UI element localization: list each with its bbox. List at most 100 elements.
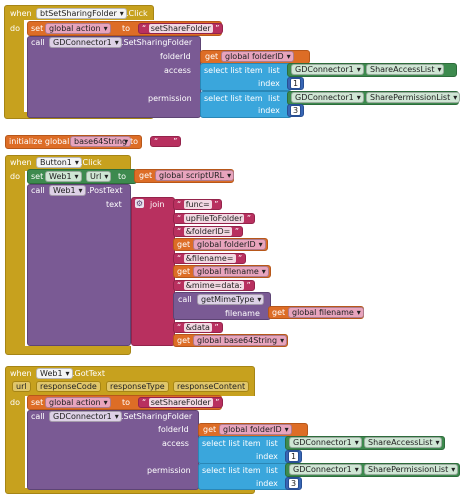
event-name: .Click: [80, 158, 102, 167]
select-list-item-label: select list item: [204, 66, 263, 75]
method-name: .SetSharingFolder: [121, 412, 193, 421]
access-label: access: [162, 439, 189, 448]
component-dropdown[interactable]: GDConnector1: [291, 64, 364, 75]
global-name-field[interactable]: base64String: [70, 136, 132, 147]
variable-dropdown[interactable]: global action: [45, 397, 111, 408]
to-keyword: to: [122, 398, 131, 407]
to-keyword: to: [122, 24, 131, 33]
filename-label: filename: [225, 309, 260, 318]
folderid-label: folderId: [158, 425, 189, 434]
get-keyword: get: [139, 171, 153, 180]
component-dropdown[interactable]: GDConnector1: [291, 92, 364, 103]
event-param-responsetype[interactable]: responseType: [106, 381, 169, 392]
property-dropdown[interactable]: ShareAccessList: [366, 64, 445, 75]
variable-dropdown[interactable]: global folderID: [219, 424, 292, 435]
event-param-responsecontent[interactable]: responseContent: [173, 381, 250, 392]
index-label: index: [258, 79, 280, 88]
list-label: list: [266, 439, 278, 448]
index-label: index: [258, 106, 280, 115]
variable-dropdown[interactable]: global action: [45, 23, 111, 34]
component-dropdown[interactable]: GDConnector1: [289, 464, 362, 475]
empty-text-block[interactable]: “ ”: [150, 136, 182, 147]
property-dropdown[interactable]: ShareAccessList: [364, 437, 443, 448]
join-item-text[interactable]: “ &filename= ”: [173, 253, 247, 264]
call-keyword: call: [178, 295, 192, 304]
number-value[interactable]: 1: [290, 78, 301, 89]
component-dropdown[interactable]: Web1: [45, 171, 82, 182]
join-item-text[interactable]: “ &data ”: [173, 322, 223, 333]
access-label: access: [164, 66, 191, 75]
variable-dropdown[interactable]: global folderID: [193, 239, 266, 250]
text-block[interactable]: “ setShareFolder ”: [138, 23, 224, 34]
set-keyword: set: [31, 398, 44, 407]
index-label: index: [256, 452, 278, 461]
component-dropdown[interactable]: GDConnector1: [289, 437, 362, 448]
get-keyword: get: [177, 267, 191, 276]
do-keyword: do: [10, 398, 20, 407]
procedure-dropdown[interactable]: getMimeType: [197, 294, 265, 305]
when-keyword: when: [10, 158, 32, 167]
join-label: join: [150, 200, 165, 209]
list-label: list: [266, 466, 278, 475]
variable-dropdown[interactable]: global base64String: [193, 335, 288, 346]
join-block[interactable]: [131, 197, 175, 346]
call-component-dropdown[interactable]: Web1: [49, 185, 86, 196]
do-keyword: do: [10, 24, 20, 33]
property-dropdown[interactable]: SharePermissionList: [366, 92, 461, 103]
number-value[interactable]: 3: [290, 105, 301, 116]
select-list-item-label: select list item: [202, 439, 261, 448]
join-item-text[interactable]: “ upFileToFolder ”: [173, 213, 256, 224]
get-keyword: get: [177, 240, 191, 249]
permission-label: permission: [148, 94, 192, 103]
gear-icon[interactable]: ⚙: [135, 199, 144, 208]
select-list-item-label: select list item: [204, 94, 263, 103]
event-name: .GotText: [72, 369, 105, 378]
join-item-text[interactable]: “ &folderID= ”: [173, 226, 244, 237]
variable-dropdown[interactable]: global filename: [288, 307, 364, 318]
component-dropdown[interactable]: Web1: [36, 368, 73, 379]
method-name: .SetSharingFolder: [121, 38, 193, 47]
permission-label: permission: [147, 466, 191, 475]
get-keyword: get: [203, 425, 217, 434]
when-keyword: when: [10, 369, 32, 378]
number-value[interactable]: 1: [288, 451, 299, 462]
do-keyword: do: [10, 172, 20, 181]
index-label: index: [256, 479, 278, 488]
call-setsharingfolder-block[interactable]: [27, 410, 199, 490]
property-dropdown[interactable]: Url: [86, 171, 112, 182]
call-component-dropdown[interactable]: GDConnector1: [49, 37, 122, 48]
initialize-global-label: initialize global: [9, 137, 70, 146]
component-dropdown[interactable]: Button1: [36, 157, 82, 168]
event-param-responsecode[interactable]: responseCode: [36, 381, 101, 392]
text-block[interactable]: “ setShareFolder ”: [138, 397, 224, 408]
component-dropdown[interactable]: btSetSharingFolder: [36, 8, 127, 19]
method-name: .PostText: [87, 186, 123, 195]
text-label: text: [106, 200, 122, 209]
call-keyword: call: [31, 38, 45, 47]
property-dropdown[interactable]: SharePermissionList: [364, 464, 459, 475]
number-value[interactable]: 3: [288, 478, 299, 489]
variable-dropdown[interactable]: global scriptURL: [155, 170, 235, 181]
to-keyword: to: [118, 172, 127, 181]
join-item-text[interactable]: “ func= ”: [173, 199, 223, 210]
list-label: list: [268, 66, 280, 75]
call-setsharingfolder-block[interactable]: [27, 36, 201, 118]
call-keyword: call: [31, 412, 45, 421]
list-label: list: [268, 94, 280, 103]
folderid-label: folderId: [160, 52, 191, 61]
set-keyword: set: [31, 172, 44, 181]
to-keyword: to: [130, 137, 139, 146]
call-component-dropdown[interactable]: GDConnector1: [49, 411, 122, 422]
variable-dropdown[interactable]: global filename: [193, 266, 269, 277]
set-keyword: set: [31, 24, 44, 33]
select-list-item-label: select list item: [202, 466, 261, 475]
get-keyword: get: [177, 336, 191, 345]
join-item-text[interactable]: “ &mime=data: ”: [173, 280, 255, 291]
get-keyword: get: [205, 52, 219, 61]
variable-dropdown[interactable]: global folderID: [221, 51, 294, 62]
event-name: .Click: [126, 9, 148, 18]
call-keyword: call: [31, 186, 45, 195]
event-param-url[interactable]: url: [12, 381, 31, 392]
when-keyword: when: [10, 9, 32, 18]
get-keyword: get: [272, 308, 286, 317]
